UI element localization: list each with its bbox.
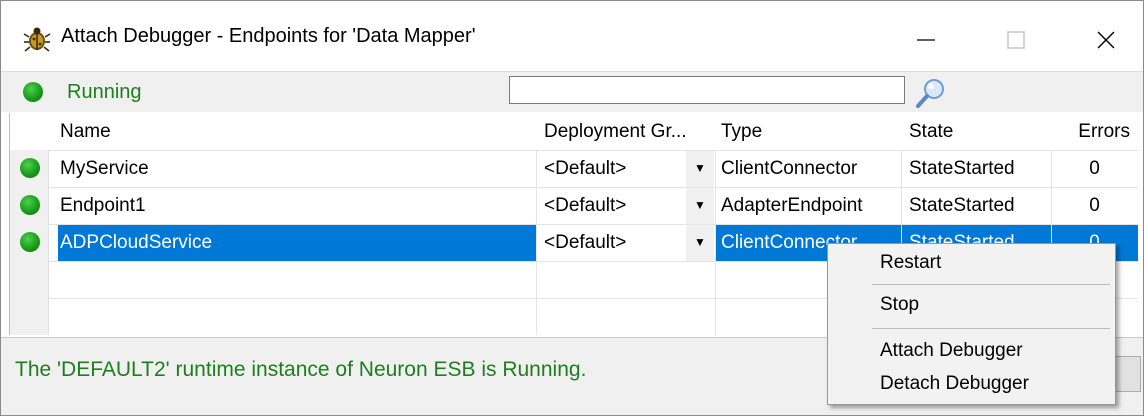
window-title: Attach Debugger - Endpoints for 'Data Ma… — [61, 25, 476, 47]
deployment-group-select[interactable]: <Default> — [536, 187, 706, 224]
grid-header-row: Name Deployment Gr... Type State Errors — [10, 113, 1138, 150]
endpoint-errors[interactable]: 0 — [1051, 150, 1138, 187]
close-button[interactable] — [1071, 15, 1141, 65]
endpoint-errors[interactable]: 0 — [1051, 187, 1138, 224]
grid-line — [48, 224, 1138, 225]
menu-item-detach-debugger[interactable]: Detach Debugger — [828, 367, 1115, 401]
endpoint-type[interactable]: AdapterEndpoint — [715, 187, 901, 224]
search-input[interactable] — [509, 76, 905, 104]
started-status-icon — [20, 232, 40, 252]
magnifier-icon[interactable] — [913, 76, 949, 110]
running-status-label: Running — [67, 81, 142, 103]
maximize-button[interactable] — [981, 15, 1051, 65]
menu-item-restart[interactable]: Restart — [828, 246, 1115, 280]
endpoint-state[interactable]: StateStarted — [901, 187, 1051, 224]
minimize-icon — [917, 39, 935, 41]
menu-separator — [872, 284, 1110, 285]
close-icon — [1097, 31, 1115, 49]
started-status-icon — [20, 158, 40, 178]
menu-separator — [872, 328, 1110, 329]
row-header[interactable] — [10, 224, 49, 261]
dropdown-arrow-icon[interactable]: ▼ — [686, 150, 714, 187]
dropdown-arrow-icon[interactable]: ▼ — [686, 187, 714, 224]
table-row[interactable]: Endpoint1 <Default> ▼ AdapterEndpoint St… — [10, 187, 1138, 224]
endpoint-name[interactable]: MyService — [58, 150, 536, 187]
started-status-icon — [20, 195, 40, 215]
endpoint-type[interactable]: ClientConnector — [715, 150, 901, 187]
column-header-state[interactable]: State — [901, 113, 1051, 150]
minimize-button[interactable] — [891, 15, 961, 65]
endpoint-state[interactable]: StateStarted — [901, 150, 1051, 187]
column-header-errors[interactable]: Errors — [1051, 113, 1138, 150]
deployment-group-select[interactable]: <Default> — [536, 224, 706, 261]
title-bar[interactable]: Attach Debugger - Endpoints for 'Data Ma… — [1, 1, 1143, 67]
row-header — [10, 261, 49, 298]
grid-line — [48, 187, 1138, 188]
grid-line — [48, 150, 1138, 151]
column-header-name[interactable]: Name — [58, 113, 536, 150]
endpoint-name[interactable]: ADPCloudService — [58, 224, 536, 261]
menu-item-attach-debugger[interactable]: Attach Debugger — [828, 334, 1115, 368]
row-header[interactable] — [10, 150, 49, 187]
column-header-type[interactable]: Type — [715, 113, 901, 150]
context-menu: Restart Stop Attach Debugger Detach Debu… — [827, 243, 1116, 405]
grid-line — [715, 150, 716, 335]
row-header — [10, 298, 49, 335]
runtime-status-message: The 'DEFAULT2' runtime instance of Neuro… — [15, 358, 587, 381]
maximize-icon — [1007, 31, 1025, 49]
row-header-corner — [10, 113, 48, 150]
grid-line — [536, 150, 537, 335]
dropdown-arrow-icon[interactable]: ▼ — [686, 224, 714, 261]
deployment-group-select[interactable]: <Default> — [536, 150, 706, 187]
table-row[interactable]: MyService <Default> ▼ ClientConnector St… — [10, 150, 1138, 187]
column-header-deployment-group[interactable]: Deployment Gr... — [536, 113, 714, 150]
row-header[interactable] — [10, 187, 49, 224]
running-status-icon — [23, 82, 43, 102]
toolbar: Running — [1, 71, 1143, 112]
attach-debugger-window: Attach Debugger - Endpoints for 'Data Ma… — [0, 0, 1144, 416]
bug-icon — [23, 27, 51, 52]
menu-item-stop[interactable]: Stop — [828, 288, 1115, 322]
endpoint-name[interactable]: Endpoint1 — [58, 187, 536, 224]
